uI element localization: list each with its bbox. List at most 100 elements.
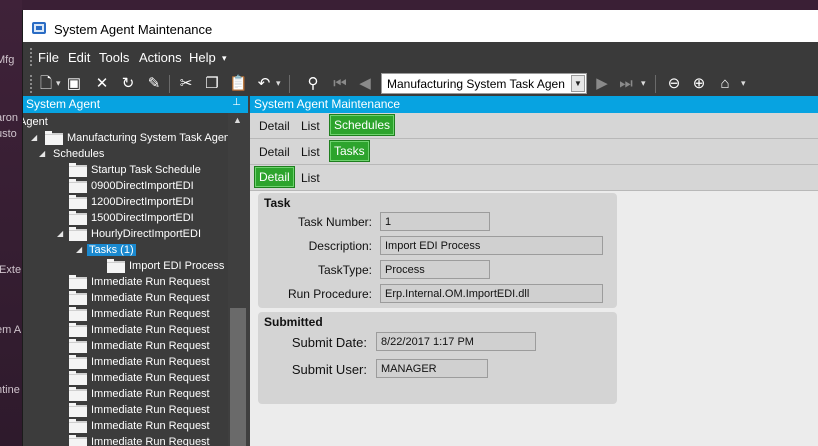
task-group-title: Task	[264, 196, 291, 210]
menu-file[interactable]: File	[38, 50, 59, 65]
run-procedure-label: Run Procedure:	[287, 287, 372, 301]
title-bar[interactable]: System Agent Maintenance	[23, 10, 818, 42]
tree-node-label: Immediate Run Request	[91, 308, 210, 320]
record-navigator-combo[interactable]: Manufacturing System Task Agen ▼	[381, 73, 587, 94]
expander-icon[interactable]: ◢	[76, 245, 82, 254]
expander-icon[interactable]: ◢	[57, 229, 63, 238]
tab-list[interactable]: List	[301, 119, 320, 133]
task-number-field[interactable]: 1	[380, 212, 490, 231]
scrollbar-thumb[interactable]	[230, 308, 246, 446]
tab-schedules[interactable]: Schedules	[329, 114, 396, 136]
back-icon[interactable]: ⊖	[664, 73, 684, 95]
pin-icon[interactable]: ⊥	[232, 97, 241, 108]
tasktype-label: TaskType:	[317, 263, 372, 277]
tree-panel-title: System Agent	[26, 97, 101, 111]
folder-icon	[69, 275, 87, 289]
tree-node-label: Import EDI Process	[129, 260, 225, 272]
tree-node-label: Immediate Run Request	[91, 372, 210, 384]
delete-icon[interactable]: ✕	[93, 73, 111, 95]
tab-row-tasks: Detail List	[250, 165, 818, 191]
menu-actions[interactable]: Actions	[139, 50, 182, 65]
folder-icon	[69, 195, 87, 209]
toolbar-separator	[169, 75, 170, 93]
tree-node-label: Immediate Run Request	[91, 404, 210, 416]
menu-overflow-icon[interactable]: ▾	[222, 53, 227, 64]
submitted-group: Submitted Submit Date: 8/22/2017 1:17 PM…	[258, 312, 617, 404]
task-detail-form: Task Task Number: 1 Description: Import …	[250, 191, 818, 446]
menu-edit[interactable]: Edit	[68, 50, 90, 65]
tree-node-label: Immediate Run Request	[91, 324, 210, 336]
desktop-fragment: Mfg	[0, 54, 15, 66]
tab-row-agent: Detail List Schedules	[250, 113, 818, 139]
grip-handle[interactable]	[30, 75, 32, 93]
task-group: Task Task Number: 1 Description: Import …	[258, 193, 617, 308]
tab-tasks[interactable]: Tasks	[329, 140, 370, 162]
new-dropdown-icon[interactable]: ▾	[56, 78, 61, 89]
desktop-fragment: /Exte	[0, 264, 22, 276]
folder-icon	[69, 179, 87, 193]
menu-help[interactable]: Help	[189, 50, 216, 65]
nav-dropdown-icon[interactable]: ▾	[641, 78, 646, 89]
folder-icon	[69, 403, 87, 417]
expander-icon[interactable]: ◢	[31, 133, 37, 142]
window-title: System Agent Maintenance	[54, 22, 213, 37]
clear-icon[interactable]: ✎	[145, 73, 163, 95]
chevron-down-icon[interactable]: ▼	[571, 75, 585, 92]
folder-icon	[69, 291, 87, 305]
folder-icon	[69, 307, 87, 321]
save-icon[interactable]: ▣	[65, 73, 83, 95]
prev-record-icon[interactable]: ◀	[354, 73, 376, 95]
expander-icon[interactable]: ◢	[39, 149, 45, 158]
undo-icon[interactable]: ↶	[255, 73, 273, 95]
submit-user-field[interactable]: MANAGER	[376, 359, 488, 378]
tree-node-label: HourlyDirectImportEDI	[91, 228, 202, 240]
first-record-icon[interactable]: ⏮	[329, 73, 351, 95]
description-label: Description:	[308, 239, 372, 253]
submit-date-label: Submit Date:	[291, 335, 367, 350]
tree-node-label: Immediate Run Request	[91, 276, 210, 288]
tree-node-label: Agent	[23, 116, 48, 128]
submit-user-label: Submit User:	[291, 362, 367, 377]
cut-icon[interactable]: ✂	[177, 73, 195, 95]
tree-node-label: Immediate Run Request	[91, 292, 210, 304]
tree-node-label: Tasks (1)	[87, 244, 136, 256]
toolbar: 🗋 ▾ ▣ ✕ ↻ ✎ ✂ ❐ 📋 ↶ ▾ ⚲ ⏮ ◀ Manufacturin…	[23, 72, 818, 96]
folder-icon	[69, 355, 87, 369]
tab-detail[interactable]: Detail	[254, 166, 295, 188]
folder-icon	[69, 435, 87, 446]
next-record-icon[interactable]: ▶	[591, 73, 613, 95]
refresh-icon[interactable]: ↻	[119, 73, 137, 95]
folder-icon	[69, 371, 87, 385]
folder-icon	[69, 211, 87, 225]
description-field[interactable]: Import EDI Process	[380, 236, 603, 255]
new-icon[interactable]: 🗋	[37, 73, 55, 95]
tab-detail[interactable]: Detail	[259, 145, 290, 159]
run-procedure-field[interactable]: Erp.Internal.OM.ImportEDI.dll	[380, 284, 603, 303]
toolbar-separator	[289, 75, 290, 93]
tab-list[interactable]: List	[301, 171, 320, 185]
tree-node-label: Immediate Run Request	[91, 356, 210, 368]
copy-icon[interactable]: ❐	[203, 73, 221, 95]
tree-scrollbar[interactable]: ▲	[228, 113, 248, 446]
undo-dropdown-icon[interactable]: ▾	[276, 78, 281, 89]
scroll-up-icon[interactable]: ▲	[233, 115, 242, 125]
last-record-icon[interactable]: ⏭	[615, 73, 637, 95]
toolbar-overflow-icon[interactable]: ▾	[741, 78, 746, 89]
tab-list[interactable]: List	[301, 145, 320, 159]
desktop-fragment: aron	[0, 112, 19, 124]
toolbar-separator	[655, 75, 656, 93]
tree-node-label: Schedules	[53, 148, 105, 160]
home-icon[interactable]: ⌂	[715, 73, 735, 95]
tab-row-schedules: Detail List Tasks	[250, 139, 818, 165]
tab-detail[interactable]: Detail	[259, 119, 290, 133]
tasktype-field[interactable]: Process	[380, 260, 490, 279]
grip-handle[interactable]	[30, 48, 32, 66]
menu-tools[interactable]: Tools	[99, 50, 129, 65]
agent-tree: Agent ◢ Manufacturing System Task Agent ◢…	[23, 113, 228, 446]
forward-icon[interactable]: ⊕	[689, 73, 709, 95]
search-icon[interactable]: ⚲	[304, 73, 322, 95]
tree-node-label: Immediate Run Request	[91, 388, 210, 400]
app-icon	[32, 22, 46, 34]
submit-date-field[interactable]: 8/22/2017 1:17 PM	[376, 332, 536, 351]
paste-icon[interactable]: 📋	[229, 73, 248, 95]
